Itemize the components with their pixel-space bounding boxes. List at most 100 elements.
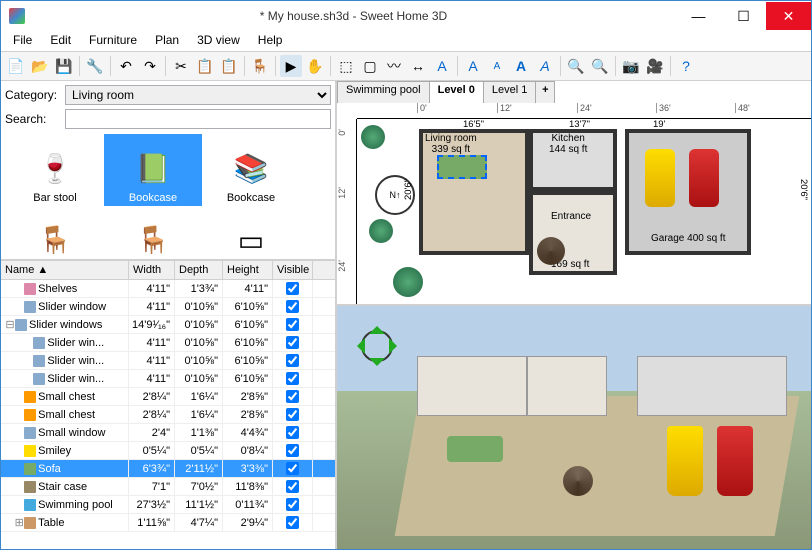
table-row[interactable]: Swimming pool27'3½"11'1½"0'11¾": [1, 496, 335, 514]
staircase-icon[interactable]: [537, 237, 565, 265]
catalog-item[interactable]: 🪑Chair: [104, 206, 202, 255]
nav-left-icon[interactable]: [349, 338, 365, 354]
add-furniture-icon[interactable]: 🪑: [249, 55, 271, 77]
table-row[interactable]: Small chest2'8¼"1'6¼"2'8⅝": [1, 388, 335, 406]
help-icon[interactable]: ?: [675, 55, 697, 77]
table-row[interactable]: Shelves4'11"1'3¾"4'11": [1, 280, 335, 298]
visible-checkbox[interactable]: [286, 480, 299, 493]
visible-checkbox[interactable]: [286, 408, 299, 421]
visible-checkbox[interactable]: [286, 444, 299, 457]
furniture-list-body[interactable]: Shelves4'11"1'3¾"4'11" Slider window4'11…: [1, 280, 335, 549]
visible-checkbox[interactable]: [286, 426, 299, 439]
table-row[interactable]: Slider win...4'11"0'10⅝"6'10⅝": [1, 352, 335, 370]
copy-icon[interactable]: 📋: [194, 55, 216, 77]
pan-icon[interactable]: ✋: [304, 55, 326, 77]
label-entrance: Entrance: [551, 211, 591, 222]
open-icon[interactable]: 📂: [29, 55, 51, 77]
menu-plan[interactable]: Plan: [147, 31, 187, 51]
table-row[interactable]: Smiley0'5¼"0'5¼"0'8¼": [1, 442, 335, 460]
bold-icon[interactable]: A: [510, 55, 532, 77]
catalog-item[interactable]: 🍷Bar stool: [6, 134, 104, 206]
col-name[interactable]: Name ▲: [1, 261, 129, 279]
paste-icon[interactable]: 📋: [218, 55, 240, 77]
table-row[interactable]: Sofa6'3¾"2'11½"3'3⅜": [1, 460, 335, 478]
col-depth[interactable]: Depth: [175, 261, 223, 279]
plan-view[interactable]: Swimming pool Level 0 Level 1 + 0'12'24'…: [337, 81, 811, 306]
nav-up-icon[interactable]: [369, 318, 385, 334]
maximize-button[interactable]: ☐: [721, 2, 766, 30]
table-row[interactable]: ⊞Table1'11⅝"4'7¼"2'9¼": [1, 514, 335, 532]
car3d-yellow: [667, 426, 703, 496]
car3d-red: [717, 426, 753, 496]
italic-icon[interactable]: A: [534, 55, 556, 77]
cut-icon[interactable]: ✂: [170, 55, 192, 77]
visible-checkbox[interactable]: [286, 354, 299, 367]
col-visible[interactable]: Visible: [273, 261, 313, 279]
ruler-vertical: 0'12'24': [337, 119, 357, 304]
catalog-item[interactable]: 📗Bookcase: [104, 134, 202, 206]
visible-checkbox[interactable]: [286, 498, 299, 511]
3d-view[interactable]: [337, 306, 811, 549]
minimize-button[interactable]: —: [676, 2, 721, 30]
zoom-out-icon[interactable]: 🔍: [589, 55, 611, 77]
menu-file[interactable]: File: [5, 31, 40, 51]
preferences-icon[interactable]: 🔧: [84, 55, 106, 77]
visible-checkbox[interactable]: [286, 336, 299, 349]
wall-icon[interactable]: ⬚: [335, 55, 357, 77]
label-living: Living room339 sq ft: [425, 133, 477, 155]
nav-right-icon[interactable]: [389, 338, 405, 354]
sofa-selected[interactable]: [437, 155, 487, 179]
save-icon[interactable]: 💾: [53, 55, 75, 77]
video-icon[interactable]: 🎥: [644, 55, 666, 77]
tab-level-1[interactable]: Level 1: [483, 81, 536, 103]
room-icon[interactable]: ▢: [359, 55, 381, 77]
nav-down-icon[interactable]: [369, 358, 385, 374]
redo-icon[interactable]: ↷: [139, 55, 161, 77]
visible-checkbox[interactable]: [286, 516, 299, 529]
nav-control[interactable]: [349, 318, 405, 374]
menu-help[interactable]: Help: [250, 31, 291, 51]
photo-icon[interactable]: 📷: [620, 55, 642, 77]
col-width[interactable]: Width: [129, 261, 175, 279]
zoom-smaller-icon[interactable]: A: [486, 55, 508, 77]
visible-checkbox[interactable]: [286, 300, 299, 313]
table-row[interactable]: Slider win...4'11"0'10⅝"6'10⅝": [1, 334, 335, 352]
furniture-thumb-icon: ▭: [227, 216, 275, 255]
table-row[interactable]: Slider window4'11"0'10⅝"6'10⅝": [1, 298, 335, 316]
catalog-item[interactable]: 📚Bookcase: [202, 134, 300, 206]
catalog-item[interactable]: ▭Coffee table: [202, 206, 300, 255]
zoom-larger-icon[interactable]: A: [462, 55, 484, 77]
zoom-in-icon[interactable]: 🔍: [565, 55, 587, 77]
close-button[interactable]: ✕: [766, 2, 811, 30]
new-icon[interactable]: 📄: [5, 55, 27, 77]
table-row[interactable]: Small window2'4"1'1⅜"4'4¾": [1, 424, 335, 442]
select-icon[interactable]: ▶: [280, 55, 302, 77]
dimension-label: 19': [653, 119, 665, 130]
table-row[interactable]: Slider win...4'11"0'10⅝"6'10⅝": [1, 370, 335, 388]
visible-checkbox[interactable]: [286, 462, 299, 475]
tab-add[interactable]: +: [535, 81, 555, 103]
tab-swimming-pool[interactable]: Swimming pool: [337, 81, 430, 103]
catalog-item[interactable]: 🪑Chair: [6, 206, 104, 255]
table-row[interactable]: Small chest2'8¼"1'6¼"2'8⅝": [1, 406, 335, 424]
text-icon[interactable]: A: [431, 55, 453, 77]
visible-checkbox[interactable]: [286, 282, 299, 295]
table-row[interactable]: Stair case7'1"7'0½"11'8⅜": [1, 478, 335, 496]
dimension-icon[interactable]: ↔: [407, 55, 429, 77]
ruler-horizontal: 0'12'24'36'48': [357, 103, 811, 119]
table-row[interactable]: ⊟Slider windows14'9¹⁄₁₆"0'10⅝"6'10⅝": [1, 316, 335, 334]
search-input[interactable]: [65, 109, 331, 129]
category-select[interactable]: Living room: [65, 85, 331, 105]
menu-furniture[interactable]: Furniture: [81, 31, 145, 51]
col-height[interactable]: Height: [223, 261, 273, 279]
visible-checkbox[interactable]: [286, 390, 299, 403]
car-red[interactable]: [689, 149, 719, 207]
visible-checkbox[interactable]: [286, 318, 299, 331]
polyline-icon[interactable]: 〰: [383, 55, 405, 77]
undo-icon[interactable]: ↶: [115, 55, 137, 77]
car-yellow[interactable]: [645, 149, 675, 207]
tab-level-0[interactable]: Level 0: [429, 81, 484, 103]
visible-checkbox[interactable]: [286, 372, 299, 385]
menu-edit[interactable]: Edit: [42, 31, 79, 51]
menu-3dview[interactable]: 3D view: [189, 31, 248, 51]
